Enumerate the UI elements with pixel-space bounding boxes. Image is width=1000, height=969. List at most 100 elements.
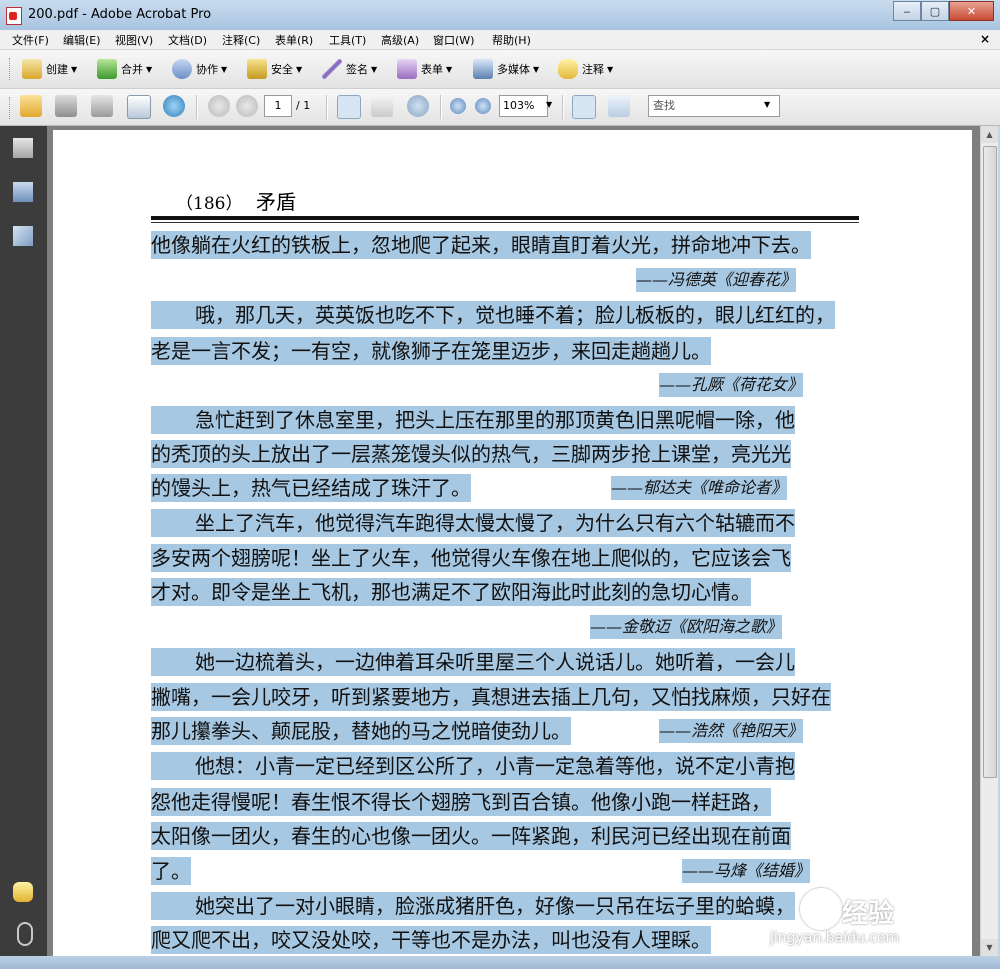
collaborate-button[interactable]: 协作 ▼	[172, 59, 227, 79]
window-title: 200.pdf - Adobe Acrobat Pro	[28, 7, 212, 22]
title-bar: 200.pdf - Adobe Acrobat Pro ‒ ▢ ✕	[0, 0, 1000, 31]
sign-button[interactable]: 签名 ▼	[322, 59, 377, 79]
source-citation[interactable]: ——马烽《结婚》	[682, 859, 811, 883]
menu-view[interactable]: 视图(V)	[115, 32, 153, 48]
comment-button[interactable]: 注释 ▼	[558, 59, 613, 79]
page-number-input[interactable]: 1	[264, 95, 292, 117]
toolbar-grip[interactable]	[9, 58, 13, 80]
zoom-level-input[interactable]: 103%	[499, 95, 548, 117]
select-tool-icon[interactable]	[337, 95, 361, 119]
chevron-down-icon: ▼	[371, 64, 378, 74]
create-label: 创建	[46, 63, 68, 76]
collaborate-icon	[172, 59, 192, 79]
menu-document[interactable]: 文档(D)	[168, 32, 207, 48]
forms-label: 表单	[421, 63, 443, 76]
text-line[interactable]: 他像躺在火红的铁板上，忽地爬了起来，眼睛直盯着火光，拼命地冲下去。	[151, 231, 811, 259]
pages-icon[interactable]	[13, 138, 33, 158]
text-line[interactable]: 哦，那几天，英英饭也吃不下，觉也睡不着；脸儿板板的，眼儿红红的，	[151, 301, 835, 329]
close-button[interactable]: ✕	[949, 1, 994, 21]
text-line[interactable]: 撇嘴，一会儿咬牙，听到紧要地方，真想进去插上几句，又怕找麻烦，只好在	[151, 683, 831, 711]
source-citation[interactable]: ——金敬迈《欧阳海之歌》	[590, 615, 783, 639]
chevron-down-icon: ▼	[296, 64, 303, 74]
zoom-tool-icon[interactable]	[407, 95, 429, 117]
watermark-brand: 经验	[842, 899, 895, 929]
text-line[interactable]: 怨他走得慢呢！春生恨不得长个翅膀飞到百合镇。他像小跑一样赶路，	[151, 788, 771, 816]
maximize-button[interactable]: ▢	[921, 1, 949, 21]
menu-comment[interactable]: 注释(C)	[222, 32, 260, 48]
text-line[interactable]: 爬又爬不出，咬又没处咬，干等也不是办法，叫也没有人理睬。	[151, 926, 711, 954]
print-icon[interactable]	[55, 95, 77, 117]
secure-label: 安全	[271, 63, 293, 76]
chevron-down-icon[interactable]: ▼	[546, 100, 552, 109]
toolbar-separator	[196, 95, 198, 119]
baidu-paw-logo	[800, 888, 842, 930]
chevron-down-icon: ▼	[146, 64, 153, 74]
pdf-page: （186） 矛盾 他像躺在火红的铁板上，忽地爬了起来，眼睛直盯着火光，拼命地冲下…	[53, 130, 972, 960]
chevron-down-icon: ▼	[446, 64, 453, 74]
find-input[interactable]: 查找	[648, 95, 780, 117]
minimize-button[interactable]: ‒	[893, 1, 921, 21]
menu-tools[interactable]: 工具(T)	[329, 32, 366, 48]
source-citation[interactable]: ——孔厥《荷花女》	[659, 373, 804, 397]
vertical-scrollbar[interactable]: ▲ ▼	[980, 126, 998, 956]
text-line[interactable]: 急忙赶到了休息室里，把头上压在那里的那顶黄色旧黑呢帽一除，他	[151, 406, 795, 434]
text-line[interactable]: 太阳像一团火，春生的心也像一团火。一阵紧跑，利民河已经出现在前面	[151, 822, 791, 850]
upload-icon[interactable]	[163, 95, 185, 117]
chevron-down-icon[interactable]: ▼	[764, 100, 770, 109]
text-line[interactable]: 才对。即令是坐上飞机，那也满足不了欧阳海此时此刻的急切心情。	[151, 578, 751, 606]
open-folder-icon[interactable]	[20, 95, 42, 117]
text-line[interactable]: 她一边梳着头，一边伸着耳朵听里屋三个人说话儿。她听着，一会儿	[151, 648, 795, 676]
multimedia-button[interactable]: 多媒体 ▼	[473, 59, 539, 79]
save-icon[interactable]	[91, 95, 113, 117]
menu-edit[interactable]: 编辑(E)	[63, 32, 101, 48]
scroll-down-icon[interactable]: ▼	[981, 939, 998, 956]
text-line[interactable]: 多安两个翅膀呢！坐上了火车，他觉得火车像在地上爬似的，它应该会飞	[151, 544, 791, 572]
text-line[interactable]: 那儿攥拳头、颠屁股，替她的马之悦暗使劲儿。	[151, 717, 571, 745]
scroll-up-icon[interactable]: ▲	[981, 126, 998, 143]
signatures-icon[interactable]	[13, 226, 33, 246]
chevron-down-icon: ▼	[71, 64, 78, 74]
create-button[interactable]: 创建 ▼	[22, 59, 77, 79]
comments-icon[interactable]	[13, 882, 33, 902]
next-page-icon[interactable]	[236, 95, 258, 117]
text-line[interactable]: 坐上了汽车，他觉得汽车跑得太慢太慢了，为什么只有六个轱辘而不	[151, 509, 795, 537]
forms-button[interactable]: 表单 ▼	[397, 59, 452, 79]
pen-icon	[322, 59, 342, 79]
source-citation[interactable]: ——浩然《艳阳天》	[659, 719, 804, 743]
hand-tool-icon[interactable]	[371, 95, 393, 117]
text-line[interactable]: 的秃顶的头上放出了一层蒸笼馒头似的热气，三脚两步抢上课堂，亮光光	[151, 440, 791, 468]
previous-page-icon[interactable]	[208, 95, 230, 117]
chevron-down-icon: ▼	[533, 64, 540, 74]
menu-file[interactable]: 文件(F)	[12, 32, 49, 48]
scrolling-mode-icon[interactable]	[572, 95, 596, 119]
menu-forms[interactable]: 表单(R)	[275, 32, 313, 48]
toolbar-grip[interactable]	[9, 97, 13, 119]
text-line[interactable]: 她突出了一对小眼睛，脸涨成猪肝色，好像一只吊在坛子里的蛤蟆，	[151, 892, 795, 920]
menu-help[interactable]: 帮助(H)	[492, 32, 531, 48]
menu-bar: 文件(F) 编辑(E) 视图(V) 文档(D) 注释(C) 表单(R) 工具(T…	[0, 30, 1000, 50]
combine-button[interactable]: 合并 ▼	[97, 59, 152, 79]
form-icon	[397, 59, 417, 79]
text-line[interactable]: 老是一言不发；一有空，就像狮子在笼里迈步，来回走趟趟儿。	[151, 337, 711, 365]
menu-advanced[interactable]: 高级(A)	[381, 32, 419, 48]
page-total: / 1	[296, 99, 311, 112]
page-number-heading: （186）	[176, 194, 243, 214]
fit-page-icon[interactable]	[608, 95, 630, 117]
attachment-icon[interactable]	[17, 922, 33, 946]
text-line[interactable]: 的馒头上，热气已经结成了珠汗了。	[151, 474, 471, 502]
scrollbar-thumb[interactable]	[983, 146, 997, 778]
zoom-out-icon[interactable]	[450, 98, 466, 114]
menu-window[interactable]: 窗口(W)	[433, 32, 474, 48]
create-icon	[22, 59, 42, 79]
email-icon[interactable]	[127, 95, 151, 119]
source-citation[interactable]: ——冯德英《迎春花》	[636, 268, 797, 292]
bookmarks-icon[interactable]	[13, 182, 33, 202]
zoom-in-icon[interactable]	[475, 98, 491, 114]
text-line[interactable]: 了。	[151, 857, 191, 885]
page-title: 矛盾	[256, 190, 296, 214]
source-citation[interactable]: ——郁达夫《唯命论者》	[611, 476, 788, 500]
collaborate-label: 协作	[196, 63, 218, 76]
close-document-icon[interactable]: ×	[980, 32, 990, 46]
secure-button[interactable]: 安全 ▼	[247, 59, 302, 79]
text-line[interactable]: 他想：小青一定已经到区公所了，小青一定急着等他，说不定小青抱	[151, 752, 795, 780]
